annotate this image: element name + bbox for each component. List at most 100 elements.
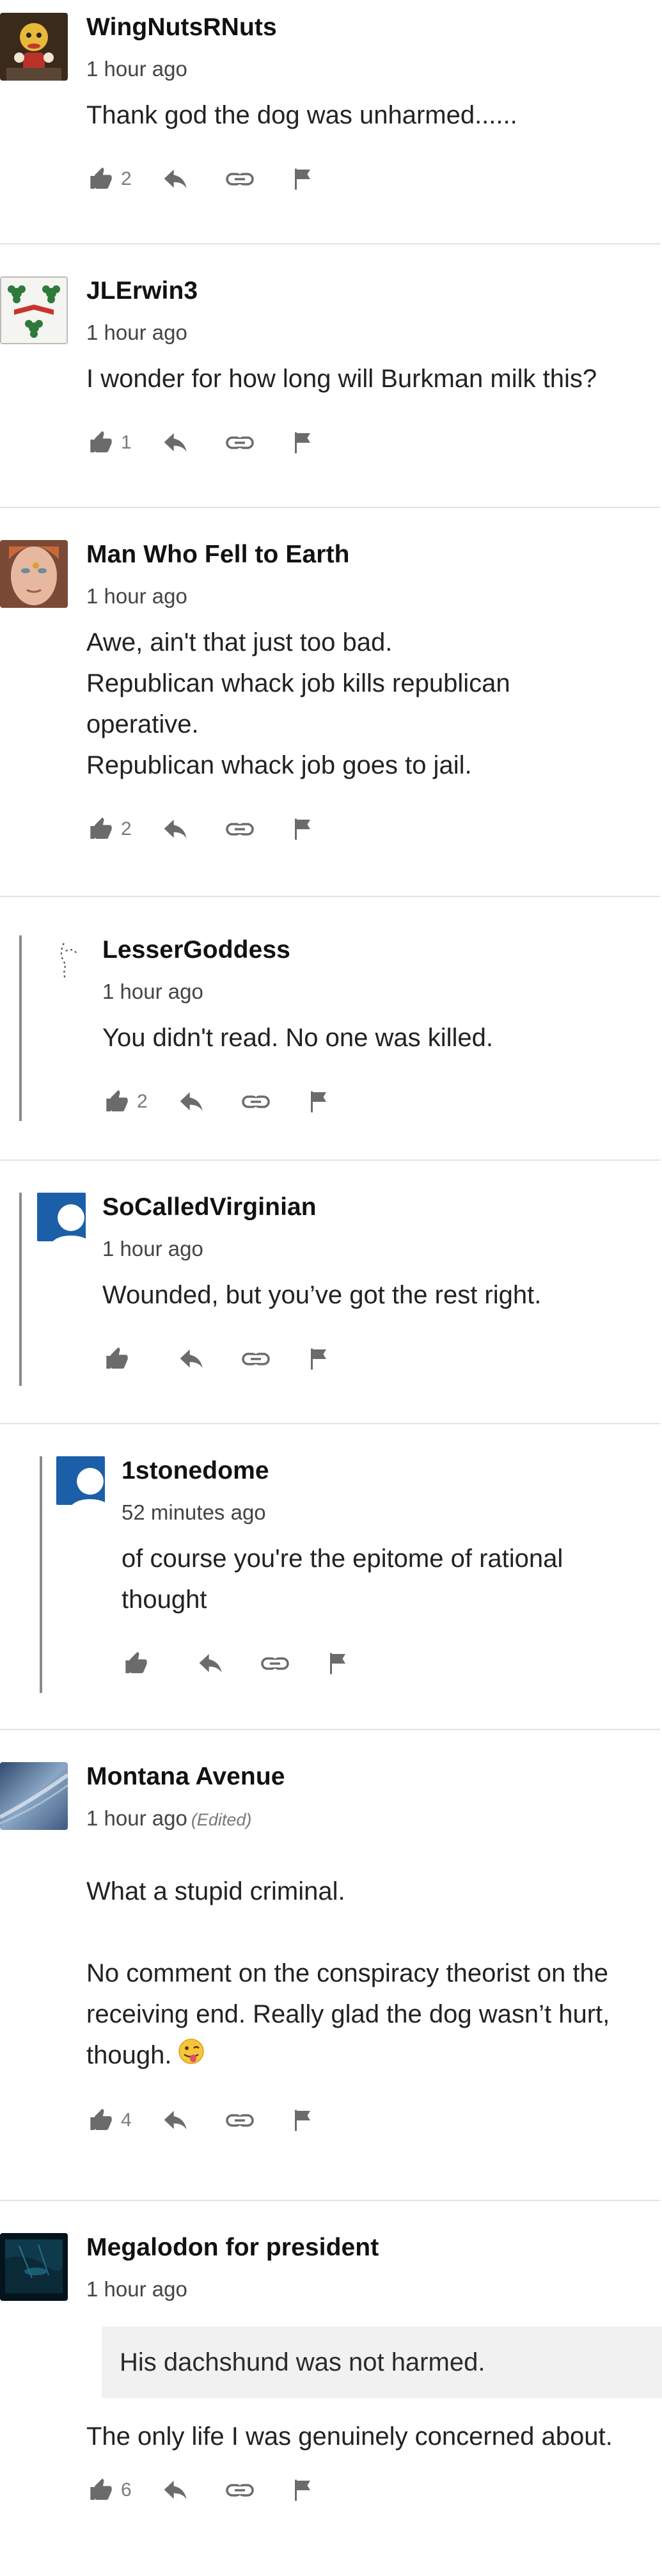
avatar-image <box>0 2233 68 2301</box>
comment-text: of course you're the epitome of rational… <box>122 1538 662 1620</box>
flag-icon <box>295 2110 310 2131</box>
comment-author[interactable]: LesserGoddess <box>102 935 662 965</box>
comment-author[interactable]: Megalodon for president <box>86 2233 662 2262</box>
comment-line: The only life I was genuinely concerned … <box>86 2422 613 2451</box>
comment-reply: SoCalledVirginian 1 hour ago Wounded, bu… <box>0 1161 662 1423</box>
comment-line: thought <box>122 1586 207 1614</box>
permalink-button[interactable] <box>226 2113 292 2128</box>
comment-text: You didn't read. No one was killed. <box>102 1017 662 1058</box>
flag-icon <box>295 2479 310 2501</box>
comment-line: Wounded, but you’ve got the rest right. <box>102 1281 542 1309</box>
report-button[interactable] <box>292 2109 331 2132</box>
winking-tongue-emoji-icon <box>178 2036 205 2077</box>
avatar[interactable] <box>0 13 68 81</box>
permalink-button[interactable] <box>226 2483 292 2498</box>
comment-actions <box>102 1345 662 1373</box>
thumbs-up-icon <box>106 1347 128 1369</box>
comment-author[interactable]: 1stonedome <box>122 1456 662 1486</box>
like-button[interactable] <box>122 1651 198 1676</box>
thumbs-up-icon <box>90 817 112 839</box>
comment-timestamp: 52 minutes ago <box>122 1500 266 1524</box>
like-button[interactable]: 2 <box>86 166 163 192</box>
avatar[interactable] <box>0 2233 68 2301</box>
comment-line: Awe, ain't that just too bad. <box>86 628 393 656</box>
report-button[interactable] <box>327 1652 366 1675</box>
like-count: 2 <box>121 818 132 839</box>
reply-icon <box>164 2111 187 2130</box>
comment-text: Awe, ain't that just too bad. Republican… <box>86 622 662 786</box>
thumbs-up-icon <box>90 431 112 452</box>
thread-line <box>19 1193 22 1386</box>
report-button[interactable] <box>308 1090 347 1113</box>
report-button[interactable] <box>292 818 331 841</box>
reply-button[interactable] <box>179 1091 242 1113</box>
comment-thread: WingNutsRNuts 1 hour ago Thank god the d… <box>0 0 662 2559</box>
link-icon <box>226 823 254 836</box>
comment-actions: 2 <box>102 1088 662 1116</box>
comment: Megalodon for president 1 hour ago His d… <box>0 2201 662 2559</box>
reply-icon <box>180 1092 203 1111</box>
reply-button[interactable] <box>163 432 226 454</box>
avatar[interactable] <box>0 276 68 344</box>
report-button[interactable] <box>292 431 331 454</box>
reply-button[interactable] <box>179 1348 242 1370</box>
comment-line: of course you're the epitome of rational <box>122 1545 563 1573</box>
flag-icon <box>311 1091 326 1113</box>
comment-author[interactable]: JLErwin3 <box>86 276 662 306</box>
comment-text: Wounded, but you’ve got the rest right. <box>102 1275 662 1316</box>
like-button[interactable]: 6 <box>86 2477 163 2503</box>
avatar[interactable] <box>43 935 82 980</box>
default-avatar-icon <box>37 1193 86 1241</box>
avatar[interactable] <box>0 540 68 608</box>
permalink-button[interactable] <box>261 1656 327 1671</box>
comment-actions: 1 <box>86 429 662 457</box>
like-button[interactable]: 1 <box>86 430 163 456</box>
like-count: 1 <box>121 432 132 453</box>
comment-line: I wonder for how long will Burkman milk … <box>86 365 597 393</box>
reply-button[interactable] <box>163 2479 226 2501</box>
flag-icon <box>330 1653 345 1674</box>
reply-icon <box>199 1654 222 1673</box>
permalink-button[interactable] <box>242 1094 308 1109</box>
thumbs-up-icon <box>125 1651 147 1673</box>
reply-button[interactable] <box>163 2110 226 2131</box>
link-icon <box>242 1353 270 1365</box>
like-button[interactable]: 2 <box>102 1089 179 1115</box>
avatar-image <box>0 13 68 81</box>
like-button[interactable]: 4 <box>86 2108 163 2133</box>
reply-icon <box>164 170 187 189</box>
comment: Montana Avenue 1 hour ago (Edited) What a… <box>0 1730 662 2200</box>
reply-button[interactable] <box>198 1653 261 1674</box>
report-button[interactable] <box>308 1348 347 1371</box>
avatar[interactable] <box>37 1193 86 1241</box>
avatar-image <box>0 1762 68 1830</box>
comment-author[interactable]: Man Who Fell to Earth <box>86 540 662 569</box>
permalink-button[interactable] <box>226 822 292 837</box>
flag-icon <box>295 432 310 454</box>
avatar[interactable] <box>56 1456 105 1505</box>
avatar[interactable] <box>0 1762 68 1830</box>
avatar-image <box>48 935 82 980</box>
report-button[interactable] <box>292 2479 331 2502</box>
comment-timestamp: 1 hour ago <box>86 321 187 344</box>
comment-line: receiving end. Really glad the dog wasn’… <box>86 2000 610 2028</box>
comment-line: operative. <box>86 710 199 738</box>
reply-button[interactable] <box>163 818 226 840</box>
comment-text: Thank god the dog was unharmed...... <box>86 95 662 136</box>
comment-body: JLErwin3 1 hour ago I wonder for how lon… <box>86 276 662 507</box>
comment-author[interactable]: WingNutsRNuts <box>86 13 662 42</box>
comment-actions <box>122 1650 662 1678</box>
permalink-button[interactable] <box>226 171 292 187</box>
permalink-button[interactable] <box>242 1351 308 1367</box>
report-button[interactable] <box>292 168 331 191</box>
comment-author[interactable]: Montana Avenue <box>86 1762 662 1792</box>
permalink-button[interactable] <box>226 435 292 450</box>
link-icon <box>226 173 254 186</box>
comment-line-with-emoji: though. <box>86 2035 662 2077</box>
like-button[interactable]: 2 <box>86 816 163 842</box>
like-button[interactable] <box>102 1346 179 1372</box>
reply-button[interactable] <box>163 168 226 190</box>
comment-author[interactable]: SoCalledVirginian <box>102 1193 662 1222</box>
reply-icon <box>164 2481 187 2500</box>
link-icon <box>226 436 254 449</box>
